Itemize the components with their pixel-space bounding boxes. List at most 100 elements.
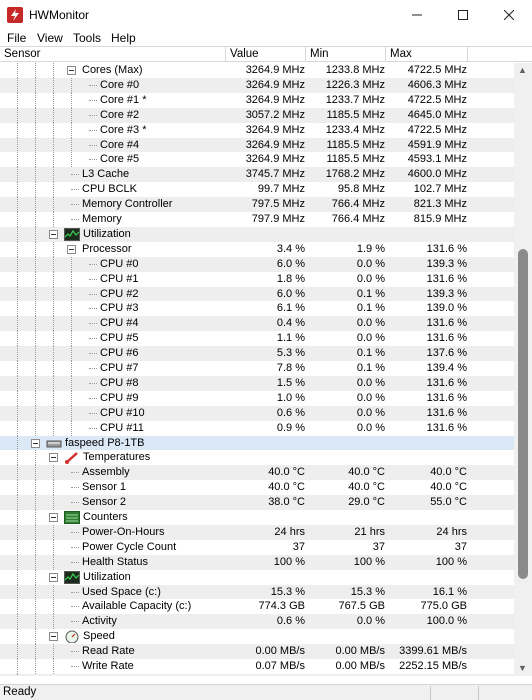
sensor-row[interactable]: Core #0 3264.9 MHz 1226.3 MHz 4606.3 MHz bbox=[0, 77, 514, 93]
column-max[interactable]: Max bbox=[386, 47, 468, 62]
tree-branch-line bbox=[89, 84, 97, 86]
sensor-row[interactable]: Activity 0.6 % 0.0 % 100.0 % bbox=[0, 614, 514, 630]
menu-tools[interactable]: Tools bbox=[73, 31, 101, 45]
column-min[interactable]: Min bbox=[306, 47, 386, 62]
tree-guide-line bbox=[17, 375, 18, 391]
scroll-up-arrow-icon[interactable]: ▲ bbox=[518, 65, 527, 75]
title-bar[interactable]: HWMonitor bbox=[0, 0, 532, 30]
tree-guide-line bbox=[53, 286, 54, 302]
sensor-row[interactable]: CPU #11 0.9 % 0.0 % 131.6 % bbox=[0, 420, 514, 436]
sensor-row[interactable]: Cores (Max) 3264.9 MHz 1233.8 MHz 4722.5 MH… bbox=[0, 63, 514, 78]
sensor-row[interactable]: CPU #4 0.4 % 0.0 % 131.6 % bbox=[0, 316, 514, 332]
sensor-row[interactable]: Processor 3.4 % 1.9 % 131.6 % bbox=[0, 241, 514, 257]
sensor-row[interactable]: CPU #3 6.1 % 0.1 % 139.0 % bbox=[0, 301, 514, 317]
sensor-label: Sensor 2 bbox=[82, 496, 127, 509]
sensor-label: Activity bbox=[82, 615, 117, 628]
menu-file[interactable]: File bbox=[7, 31, 26, 45]
tree-guide-line bbox=[35, 301, 36, 317]
tree-guide-line bbox=[35, 644, 36, 660]
sensor-row[interactable]: Available Capacity (c:) 774.3 GB 767.5 GB 7… bbox=[0, 599, 514, 615]
sensor-max: 821.3 MHz bbox=[413, 198, 467, 211]
status-bar: Ready bbox=[0, 684, 532, 700]
sensor-row[interactable]: CPU #9 1.0 % 0.0 % 131.6 % bbox=[0, 390, 514, 406]
sensor-row[interactable]: Temperatures bbox=[0, 450, 514, 466]
column-value[interactable]: Value bbox=[226, 47, 306, 62]
sensor-tree[interactable]: Cores (Max) 3264.9 MHz 1233.8 MHz 4722.5 MH… bbox=[0, 63, 514, 676]
sensor-row[interactable]: Utilization bbox=[0, 226, 514, 242]
tree-guide-line bbox=[53, 554, 54, 570]
sensor-row[interactable]: CPU #10 0.6 % 0.0 % 131.6 % bbox=[0, 405, 514, 421]
tree-guide-line bbox=[17, 182, 18, 198]
tree-guide-line bbox=[35, 122, 36, 138]
sensor-row[interactable]: Core #5 3264.9 MHz 1185.5 MHz 4593.1 MHz bbox=[0, 152, 514, 168]
sensor-row[interactable]: Used Space (c:) 15.3 % 15.3 % 16.1 % bbox=[0, 584, 514, 600]
collapse-toggle-icon[interactable] bbox=[49, 229, 58, 239]
sensor-row[interactable]: CPU #2 6.0 % 0.1 % 139.3 % bbox=[0, 286, 514, 302]
sensor-row[interactable]: CPU #6 5.3 % 0.1 % 137.6 % bbox=[0, 346, 514, 362]
sensor-row[interactable]: Utilization bbox=[0, 569, 514, 585]
tree-guide-line bbox=[17, 77, 18, 93]
sensor-row[interactable]: Health Status 100 % 100 % 100 % bbox=[0, 554, 514, 570]
collapse-toggle-icon[interactable] bbox=[49, 453, 58, 463]
menu-view[interactable]: View bbox=[37, 31, 63, 45]
sensor-row[interactable]: CPU #5 1.1 % 0.0 % 131.6 % bbox=[0, 331, 514, 347]
sensor-label: Memory bbox=[82, 213, 122, 225]
sensor-row[interactable]: Speed bbox=[0, 629, 514, 645]
tree-guide-line bbox=[53, 480, 54, 496]
tree-guide-line bbox=[53, 271, 54, 287]
tree-guide-line bbox=[35, 554, 36, 570]
sensor-label: Health Status bbox=[82, 555, 149, 568]
sensor-value: 7.8 % bbox=[276, 362, 305, 374]
vertical-scrollbar[interactable]: ▲ ▼ bbox=[514, 63, 532, 676]
tree-guide-line bbox=[35, 584, 36, 600]
tree-guide-line bbox=[17, 107, 18, 123]
sensor-row[interactable]: CPU #0 6.0 % 0.0 % 139.3 % bbox=[0, 256, 514, 272]
sensor-min: 95.8 MHz bbox=[337, 183, 385, 196]
minimize-button[interactable] bbox=[394, 0, 440, 30]
close-button[interactable] bbox=[486, 0, 532, 30]
sensor-row[interactable]: CPU BCLK 99.7 MHz 95.8 MHz 102.7 MHz bbox=[0, 182, 514, 198]
sensor-row[interactable]: Power-On-Hours 24 hrs 21 hrs 24 hrs bbox=[0, 524, 514, 540]
tree-guide-line bbox=[71, 137, 72, 153]
sensor-label: Core #4 bbox=[100, 138, 140, 151]
scroll-down-arrow-icon[interactable]: ▼ bbox=[518, 663, 527, 673]
menu-help[interactable]: Help bbox=[111, 31, 136, 45]
sensor-row[interactable]: Sensor 1 40.0 °C 40.0 °C 40.0 °C bbox=[0, 480, 514, 496]
sensor-row[interactable]: Power Cycle Count 37 37 37 bbox=[0, 539, 514, 555]
collapse-toggle-icon[interactable] bbox=[67, 244, 76, 254]
sensor-row[interactable]: Memory 797.9 MHz 766.4 MHz 815.9 MHz bbox=[0, 212, 514, 227]
sensor-row[interactable]: Core #1 * 3264.9 MHz 1233.7 MHz 4722.5 MHz bbox=[0, 92, 514, 108]
sensor-min: 0.1 % bbox=[356, 362, 385, 374]
sensor-row[interactable]: AMD Radeon(TM) Graphics bbox=[0, 673, 514, 676]
collapse-toggle-icon[interactable] bbox=[31, 438, 40, 448]
sensor-label: CPU #0 bbox=[100, 257, 139, 270]
sensor-row[interactable]: Counters bbox=[0, 510, 514, 525]
tree-guide-line bbox=[53, 197, 54, 213]
sensor-row[interactable]: Memory Controller 797.5 MHz 766.4 MHz 821.3… bbox=[0, 197, 514, 213]
collapse-toggle-icon[interactable] bbox=[49, 572, 58, 582]
sensor-row[interactable]: Core #4 3264.9 MHz 1185.5 MHz 4591.9 MHz bbox=[0, 137, 514, 153]
sensor-row[interactable]: CPU #8 1.5 % 0.0 % 131.6 % bbox=[0, 375, 514, 391]
sensor-row[interactable]: Core #2 3057.2 MHz 1185.5 MHz 4645.0 MHz bbox=[0, 107, 514, 123]
sensor-row[interactable]: Core #3 * 3264.9 MHz 1233.4 MHz 4722.5 MHz bbox=[0, 122, 514, 138]
sensor-row[interactable]: Write Rate 0.07 MB/s 0.00 MB/s 2252.15 MB/s bbox=[0, 659, 514, 674]
sensor-row[interactable]: Sensor 2 38.0 °C 29.0 °C 55.0 °C bbox=[0, 495, 514, 511]
sensor-max: 815.9 MHz bbox=[413, 213, 467, 225]
sensor-row[interactable]: CPU #1 1.8 % 0.0 % 131.6 % bbox=[0, 271, 514, 287]
sensor-row[interactable]: L3 Cache 3745.7 MHz 1768.2 MHz 4600.0 MHz bbox=[0, 167, 514, 183]
sensor-value: 0.00 MB/s bbox=[255, 645, 305, 658]
sensor-row[interactable]: faspeed P8-1TB bbox=[0, 435, 514, 451]
collapse-toggle-icon[interactable] bbox=[49, 513, 58, 522]
sensor-row[interactable]: Assembly 40.0 °C 40.0 °C 40.0 °C bbox=[0, 465, 514, 481]
column-sensor[interactable]: Sensor bbox=[0, 47, 226, 62]
sensor-max: 131.6 % bbox=[426, 421, 467, 434]
maximize-button[interactable] bbox=[440, 0, 486, 30]
tree-guide-line bbox=[71, 107, 72, 123]
collapse-toggle-icon[interactable] bbox=[67, 66, 76, 75]
tree-guide-line bbox=[53, 614, 54, 630]
scrollbar-thumb[interactable] bbox=[518, 249, 528, 579]
tree-branch-line bbox=[71, 591, 79, 593]
sensor-row[interactable]: CPU #7 7.8 % 0.1 % 139.4 % bbox=[0, 361, 514, 376]
sensor-row[interactable]: Read Rate 0.00 MB/s 0.00 MB/s 3399.61 MB/s bbox=[0, 644, 514, 660]
collapse-toggle-icon[interactable] bbox=[49, 632, 58, 642]
